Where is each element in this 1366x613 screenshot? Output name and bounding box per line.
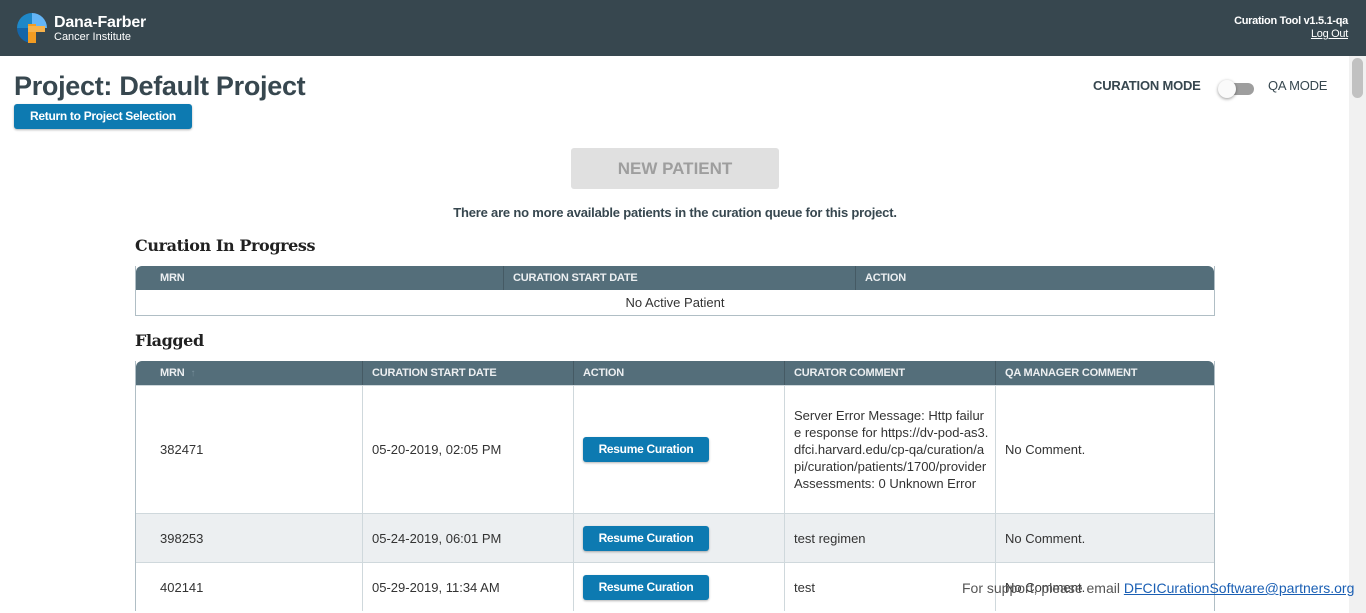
return-to-project-selection-button[interactable]: Return to Project Selection xyxy=(14,104,192,129)
empty-table-message: No Active Patient xyxy=(625,295,725,310)
table-row: 398253 05-24-2019, 06:01 PM Resume Curat… xyxy=(136,513,1214,562)
cell-action: Resume Curation xyxy=(574,386,785,513)
cell-action: Resume Curation xyxy=(574,514,785,562)
cell-start-date: 05-24-2019, 06:01 PM xyxy=(363,514,574,562)
logo-text: Dana-Farber Cancer Institute xyxy=(54,14,146,43)
column-header-action: ACTION xyxy=(574,361,785,385)
page-title: Project: Default Project xyxy=(14,71,306,101)
column-header-mrn-label: MRN xyxy=(160,367,185,379)
app-version: Curation Tool v1.5.1-qa xyxy=(1234,15,1348,27)
logo-subtitle: Cancer Institute xyxy=(54,31,132,43)
column-header-mrn[interactable]: MRN ↑ xyxy=(136,361,363,385)
dana-farber-logo-icon xyxy=(17,13,47,43)
support-footer: For support, please email DFCICurationSo… xyxy=(962,580,1354,596)
curation-in-progress-title: Curation In Progress xyxy=(135,236,316,255)
scrollbar-thumb[interactable] xyxy=(1352,58,1363,98)
column-header-action: ACTION xyxy=(865,272,906,284)
table-header: MRN ↑ CURATION START DATE ACTION CURATOR … xyxy=(136,361,1214,385)
column-header-start-date[interactable]: CURATION START DATE xyxy=(504,266,856,290)
cell-mrn: 382471 xyxy=(136,386,363,513)
cell-mrn: 402141 xyxy=(136,563,363,611)
logout-link[interactable]: Log Out xyxy=(1234,28,1348,41)
qa-mode-toggle[interactable] xyxy=(1218,80,1254,98)
column-header-qa-manager-comment[interactable]: QA MANAGER COMMENT xyxy=(996,361,1214,385)
cell-curator-comment: Server Error Message: Http failure respo… xyxy=(785,386,996,513)
new-patient-button[interactable]: NEW PATIENT xyxy=(571,148,779,189)
cell-start-date: 05-29-2019, 11:34 AM xyxy=(363,563,574,611)
table-header: MRN CURATION START DATE ACTION xyxy=(136,266,1214,290)
sort-arrow-up-icon: ↑ xyxy=(190,368,196,379)
cell-qa-comment: No Comment. xyxy=(1005,442,1086,457)
cell-qa-comment: No Comment. xyxy=(1005,530,1086,546)
flagged-table: MRN ↑ CURATION START DATE ACTION CURATOR … xyxy=(135,361,1215,611)
cell-start-date: 05-20-2019, 02:05 PM xyxy=(363,386,574,513)
resume-curation-button[interactable]: Resume Curation xyxy=(583,525,709,551)
in-progress-table: MRN CURATION START DATE ACTION No Active… xyxy=(135,266,1215,316)
column-header-curator-comment[interactable]: CURATOR COMMENT xyxy=(785,361,996,385)
support-email-link[interactable]: DFCICurationSoftware@partners.org xyxy=(1124,580,1355,596)
top-bar: Dana-Farber Cancer Institute Curation To… xyxy=(0,0,1366,56)
column-header-start-date[interactable]: CURATION START DATE xyxy=(363,361,574,385)
cell-mrn: 398253 xyxy=(136,514,363,562)
table-row: 382471 05-20-2019, 02:05 PM Resume Curat… xyxy=(136,385,1214,513)
toggle-knob xyxy=(1218,80,1236,98)
cell-curator-comment: test regimen xyxy=(785,514,996,562)
support-text: For support, please email xyxy=(962,580,1120,596)
queue-message: There are no more available patients in … xyxy=(453,205,897,220)
resume-curation-button[interactable]: Resume Curation xyxy=(583,437,709,462)
qa-mode-label: QA MODE xyxy=(1268,78,1328,93)
resume-curation-button[interactable]: Resume Curation xyxy=(583,574,709,600)
column-header-mrn[interactable]: MRN xyxy=(136,266,504,290)
logo-name: Dana-Farber xyxy=(54,14,147,31)
app-info: Curation Tool v1.5.1-qa Log Out xyxy=(1234,15,1348,41)
flagged-title: Flagged xyxy=(135,331,204,350)
curation-mode-label: CURATION MODE xyxy=(1093,78,1201,93)
cell-action: Resume Curation xyxy=(574,563,785,611)
page-scrollbar[interactable] xyxy=(1349,56,1366,613)
